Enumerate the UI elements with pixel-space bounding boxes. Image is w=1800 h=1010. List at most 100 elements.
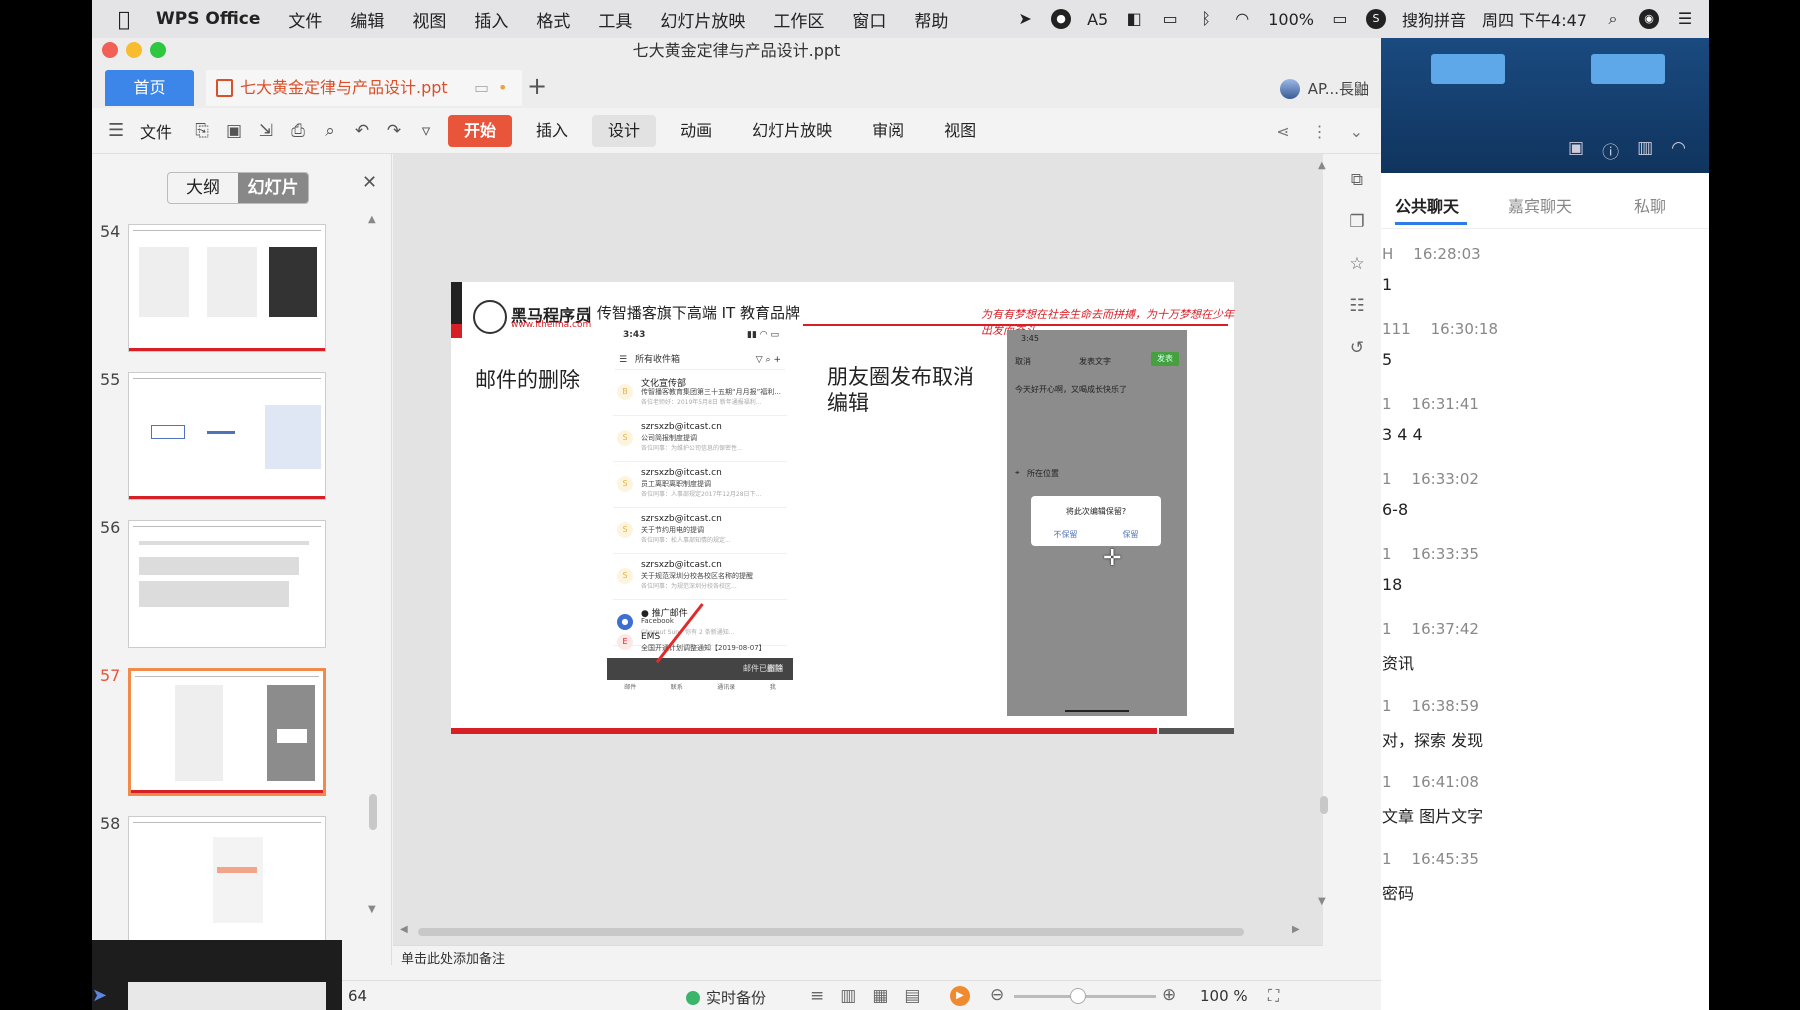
tab-design[interactable]: 设计: [592, 114, 657, 147]
export-icon[interactable]: ⇲: [256, 121, 276, 141]
mini-window-preview[interactable]: [92, 940, 342, 1010]
clock[interactable]: 周四 下午4:47: [1482, 7, 1587, 31]
redo-icon[interactable]: ↷: [384, 121, 404, 141]
tab-insert[interactable]: 插入: [520, 115, 584, 147]
wifi-icon[interactable]: ◠: [1671, 138, 1686, 163]
screen-share-icon[interactable]: ▣: [1568, 138, 1584, 163]
tab-start[interactable]: 开始: [448, 114, 513, 147]
zoom-level[interactable]: 100 %: [1200, 987, 1248, 1005]
bluetooth-icon[interactable]: ᛒ: [1196, 9, 1216, 29]
app-menu[interactable]: WPS Office: [156, 9, 260, 29]
scroll-up-icon[interactable]: ▲: [1318, 160, 1326, 171]
scroll-down-icon[interactable]: ▼: [368, 904, 376, 915]
close-window-button[interactable]: [102, 42, 118, 58]
star-icon[interactable]: ☆: [1349, 254, 1364, 274]
thumbnail-image[interactable]: [128, 224, 326, 352]
print-preview-icon[interactable]: ⌕: [320, 121, 340, 141]
tab-home[interactable]: 首页: [105, 70, 194, 106]
normal-view-icon[interactable]: ▥: [840, 986, 856, 1006]
zoom-out-icon[interactable]: ⊖: [990, 985, 1004, 1005]
reading-view-icon[interactable]: ▤: [904, 986, 920, 1006]
menu-edit[interactable]: 编辑: [350, 7, 384, 32]
history-icon[interactable]: ↺: [1350, 338, 1364, 358]
search-icon[interactable]: ⌕: [1603, 9, 1623, 29]
tab-document[interactable]: 七大黄金定律与产品设计.ppt ▭ •: [206, 70, 522, 106]
menu-insert[interactable]: 插入: [474, 7, 508, 32]
tab-private-chat[interactable]: 私聊: [1634, 193, 1666, 217]
menu-view[interactable]: 视图: [412, 7, 446, 32]
monitor-icon[interactable]: ▭: [474, 70, 489, 106]
undo-icon[interactable]: ↶: [352, 121, 372, 141]
print-icon[interactable]: ⎙: [288, 121, 308, 141]
location-arrow-icon[interactable]: ➤: [1015, 9, 1035, 29]
open-folder-icon[interactable]: ⎘: [192, 121, 212, 141]
close-icon[interactable]: ✕: [362, 172, 377, 193]
sorter-view-icon[interactable]: ▦: [872, 986, 888, 1006]
tab-slideshow[interactable]: 幻灯片放映: [736, 115, 848, 147]
tab-guest-chat[interactable]: 嘉宾聊天: [1508, 193, 1572, 217]
ime-label[interactable]: 搜狗拼音: [1402, 7, 1466, 31]
scroll-thumb[interactable]: [1320, 796, 1328, 814]
slides-view-button[interactable]: 幻灯片: [238, 173, 308, 203]
display-icon[interactable]: ▭: [1160, 9, 1180, 29]
menu-file[interactable]: 文件: [288, 7, 322, 32]
tab-animation[interactable]: 动画: [664, 115, 728, 147]
record-icon[interactable]: ●: [1051, 9, 1072, 29]
thumbnail-image[interactable]: [128, 816, 326, 944]
scroll-left-icon[interactable]: ◀: [400, 924, 408, 935]
more-icon[interactable]: ⋮: [1312, 122, 1328, 141]
canvas-vertical-scrollbar[interactable]: ▲ ▼: [1318, 160, 1330, 920]
layers-icon[interactable]: ❐: [1349, 212, 1364, 232]
zoom-slider-handle[interactable]: [1070, 988, 1086, 1004]
thumbnail-image[interactable]: [128, 372, 326, 500]
thumbnail-image[interactable]: [128, 668, 326, 796]
canvas-horizontal-scrollbar[interactable]: ◀ ▶: [396, 924, 1300, 938]
tab-review[interactable]: 审阅: [856, 115, 920, 147]
scroll-thumb[interactable]: [369, 794, 377, 830]
play-slideshow-icon[interactable]: ▶: [950, 986, 970, 1006]
minimize-window-button[interactable]: [126, 42, 142, 58]
scroll-right-icon[interactable]: ▶: [1292, 924, 1300, 935]
zoom-window-button[interactable]: [150, 42, 166, 58]
slide-canvas[interactable]: 黑马程序员 www.itheima.com | 传智播客旗下高端 IT 教育品牌…: [393, 154, 1323, 947]
menu-format[interactable]: 格式: [536, 7, 570, 32]
stats-icon[interactable]: ▥: [1637, 138, 1653, 163]
list-icon[interactable]: ☰: [1675, 9, 1695, 29]
scroll-thumb[interactable]: [418, 928, 1244, 936]
slide[interactable]: 黑马程序员 www.itheima.com | 传智播客旗下高端 IT 教育品牌…: [451, 282, 1234, 734]
notes-area[interactable]: 单击此处添加备注: [393, 945, 1323, 972]
user-account[interactable]: AP...長鼬: [1279, 78, 1369, 99]
panel-scrollbar[interactable]: ▲ ▼: [366, 214, 378, 915]
comment-icon[interactable]: ⧉: [1351, 170, 1363, 190]
hamburger-menu-icon[interactable]: ☰: [108, 120, 128, 141]
adjust-icon[interactable]: ☷: [1349, 296, 1364, 316]
notes-view-icon[interactable]: ≡: [810, 986, 824, 1006]
scroll-down-icon[interactable]: ▼: [1318, 896, 1326, 907]
scroll-up-icon[interactable]: ▲: [368, 214, 376, 225]
notification-badge[interactable]: A5: [1087, 10, 1108, 29]
menu-tools[interactable]: 工具: [598, 7, 632, 32]
tab-public-chat[interactable]: 公共聊天: [1395, 193, 1459, 217]
tab-view[interactable]: 视图: [928, 115, 992, 147]
realtime-backup[interactable]: 实时备份: [686, 987, 766, 1008]
sogou-icon[interactable]: S: [1365, 9, 1386, 29]
battery-level[interactable]: 100%: [1268, 10, 1314, 29]
new-tab-button[interactable]: +: [527, 72, 547, 100]
siri-icon[interactable]: ◉: [1639, 9, 1659, 29]
outline-view-button[interactable]: 大纲: [168, 173, 238, 203]
folder-icon[interactable]: [1431, 54, 1505, 84]
save-icon[interactable]: ▣: [224, 121, 244, 141]
folder-icon[interactable]: [1591, 54, 1665, 84]
info-icon[interactable]: ⓘ: [1602, 138, 1619, 163]
thumbnail-image[interactable]: [128, 520, 326, 648]
zoom-in-icon[interactable]: ⊕: [1162, 985, 1176, 1005]
fit-window-icon[interactable]: ⛶: [1268, 986, 1279, 1006]
menu-window[interactable]: 窗口: [852, 7, 886, 32]
menu-slideshow[interactable]: 幻灯片放映: [660, 7, 745, 32]
bookmark-icon[interactable]: ◧: [1124, 9, 1144, 29]
file-menu-button[interactable]: 文件: [140, 119, 172, 143]
menu-workspace[interactable]: 工作区: [773, 7, 824, 32]
menu-help[interactable]: 帮助: [914, 7, 948, 32]
share-icon[interactable]: ⋖: [1276, 122, 1289, 141]
collapse-ribbon-icon[interactable]: ⌄: [1350, 122, 1363, 141]
